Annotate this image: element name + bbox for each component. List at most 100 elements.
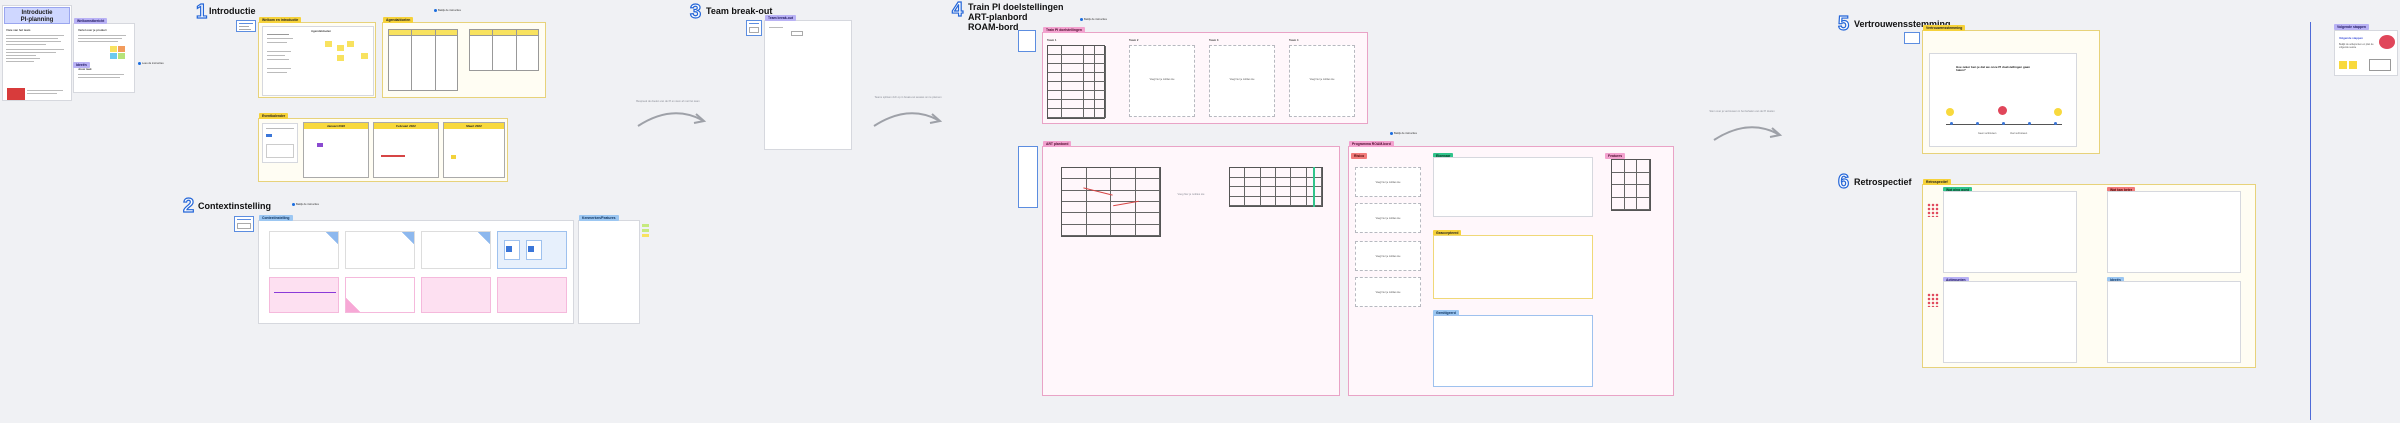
art-board-grid-sub [1229,167,1323,207]
agenda-sticky-1[interactable] [325,41,332,47]
calendar-month-1: Januari 2022 [303,122,369,178]
welcome-sticky-1[interactable] [110,46,117,52]
welcome-frame: Welkom en introductie Agenda/doelen [258,17,376,98]
roam-mitigated-box[interactable] [1433,315,1593,387]
art-connector-text: Voeg hier je notities toe [1177,193,1205,196]
intro-text-lines [6,35,66,64]
roam-risk-box-1[interactable]: Voeg hier je notities toe [1355,167,1421,197]
welcome-inner-card: Agenda/doelen [262,26,374,96]
connector-text-1: Bespreek de doelen van de PI en stem af … [636,100,700,103]
welcome-sticky-4[interactable] [118,53,125,59]
step-5-side-card [1904,32,1920,44]
step-2-title: Contextinstelling [198,201,272,211]
welcome-tag: Welkom en introductie [259,17,302,23]
scale-low-label: Geen vertrouwen [1978,132,1997,135]
context-frame: Contextinstelling [258,215,574,324]
breakout-tag: Team break-out [765,15,796,21]
agenda-help-note[interactable]: Bekijk de instructies [434,9,461,12]
context-card-5 [269,277,339,313]
retro-frame: Retrospectief Wat ging goed Wat kan bete… [1922,179,2256,368]
intro-help-note[interactable]: Lees de instructies [138,62,164,65]
retro-improve-box[interactable] [2107,191,2241,273]
roam-features-grid [1611,159,1651,211]
art-board-tag: ART planbord [1043,141,1072,147]
agenda-table-b [469,29,539,71]
roam-accepted-box[interactable] [1433,235,1593,299]
train-goals-frame: Train PI doelstellingen Team 1 Team 2 Vo… [1042,27,1368,124]
confidence-frame: Vertrouwensstemming Hoe zeker ben je dat… [1922,25,2100,154]
team-4-label: Team 4 [1289,38,1299,42]
step-4-title-3: ROAM-bord [968,22,1019,32]
train-help-note[interactable]: Bekijk de instructies [1080,18,1107,21]
context-card-6 [345,277,415,313]
step-2-number: 2 [182,195,195,217]
team-4-placeholder[interactable]: Voeg hier je notities toe [1289,45,1355,117]
team-1-grid [1047,45,1106,119]
team-2-label: Team 2 [1129,38,1139,42]
info-icon [434,9,437,12]
roam-owned-box[interactable] [1433,157,1593,217]
connector-arrow-1 [637,112,707,127]
intro-image-caption [27,90,67,96]
intro-panel: Introductie PI-planning Visie van het te… [2,5,72,101]
info-icon [1390,132,1393,135]
art-board-grid-main [1061,167,1161,237]
roam-risk-box-4[interactable]: Voeg hier je notities toe [1355,277,1421,307]
next-steps-card: Volgende stappen Bekijk de actiepunten e… [2334,30,2398,76]
connector-text-3: Stem over je vertrouwen in het behalen v… [1709,110,1775,113]
step-6-title: Retrospectief [1854,177,1912,187]
context-help-note[interactable]: Bekijk de instructies [292,203,319,206]
train-goals-tag: Train PI doelstellingen [1043,27,1085,33]
vision-label: Visie van het team [6,28,31,32]
calendar-month-3-title: Maart 2022 [444,123,504,129]
agenda-frame: Agenda/doelen [382,17,546,98]
retro-dot-votes-1 [1927,203,1939,217]
step-3-number: 3 [689,1,702,23]
intro-title-block: Introductie PI-planning [4,7,70,24]
welcome-section1: Vertel over je product [78,28,107,32]
calendar-month-2: Februari 2022 [373,122,439,178]
context-card-2 [345,231,415,269]
retro-tag: Retrospectief [1923,179,1951,185]
retro-ideas-box[interactable] [2107,281,2241,363]
team-3-label: Team 3 [1209,38,1219,42]
team-2-placeholder[interactable]: Voeg hier je notities toe [1129,45,1195,117]
calendar-frame: Eventkalender Januari 2022 Februari 2022… [258,113,508,182]
intro-title-line2: PI-planning [20,16,54,23]
context-card-1 [269,231,339,269]
agenda-sticky-4[interactable] [337,55,344,61]
team-3-placeholder[interactable]: Voeg hier je notities toe [1209,45,1275,117]
confidence-question: Hoe zeker ben je dat we onze PI doelstel… [1956,65,2031,73]
intro-small-tag: Ideeën [73,62,90,68]
team-1-label: Team 1 [1047,38,1057,42]
key-features-tag: Kenmerken/Features [579,215,619,221]
roam-risk-box-2[interactable]: Voeg hier je notities toe [1355,203,1421,233]
retro-went-well-box[interactable] [1943,191,2077,273]
context-tag: Contextinstelling [259,215,293,221]
roam-risk-box-3[interactable]: Voeg hier je notities toe [1355,241,1421,271]
info-icon [138,62,141,65]
welcome-sticky-2[interactable] [118,46,125,52]
info-icon [292,203,295,206]
step-4-number: 4 [951,0,964,21]
face-high-icon [2054,108,2062,116]
confidence-tag: Vertrouwensstemming [1923,25,1966,31]
section-divider [2310,22,2311,420]
agenda-sticky-2[interactable] [337,45,344,51]
retro-actions-box[interactable] [1943,281,2077,363]
connector-text-2: Teams splitsen zich op in break-out sess… [874,96,942,99]
agenda-sticky-5[interactable] [361,53,368,59]
step-3-title: Team break-out [706,6,773,16]
roam-risk-tag: Risico [1351,153,1368,159]
next-steps-title: Volgende stappen [2339,36,2363,40]
step-3-side-card [746,20,762,36]
roam-frame: Programma ROAM-bord Risico Voeg hier je … [1348,141,1674,396]
agenda-sticky-3[interactable] [347,41,354,47]
key-features-frame: Kenmerken/Features [578,215,640,324]
intro-red-image [7,88,25,100]
retro-dot-votes-2 [1927,293,1939,307]
welcome-card-tag: Welkomstbericht [74,18,108,24]
confidence-card: Hoe zeker ben je dat we onze PI doelstel… [1929,53,2077,147]
roam-help-note[interactable]: Bekijk de instructies [1390,132,1417,135]
welcome-sticky-3[interactable] [110,53,117,59]
